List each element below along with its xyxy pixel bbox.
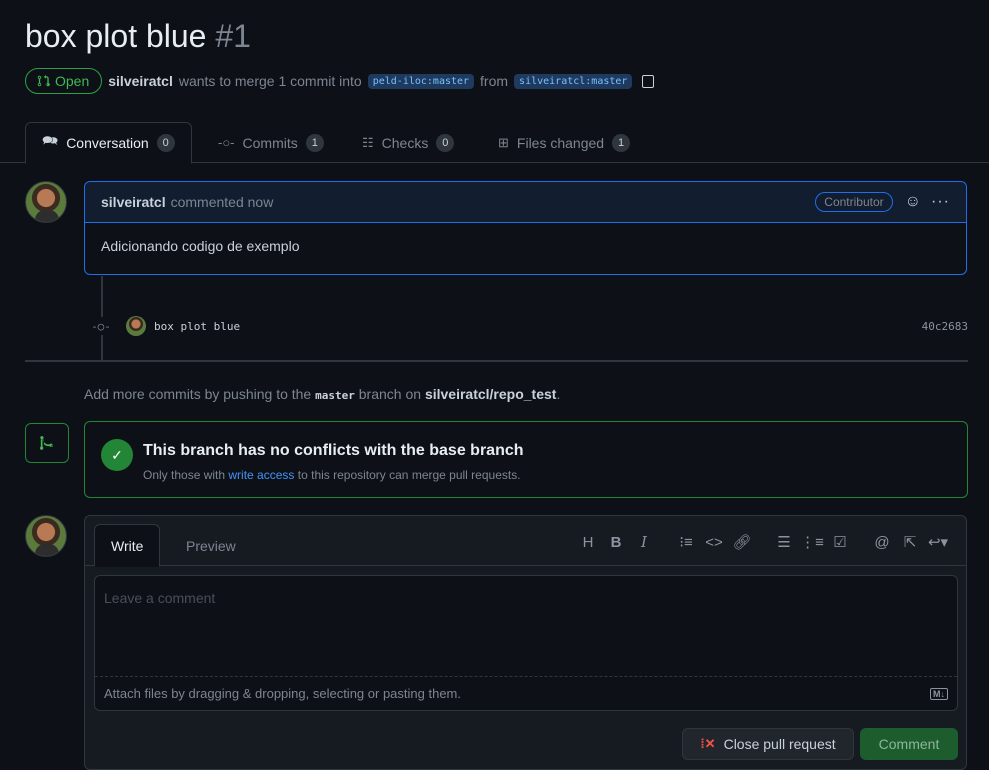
tasklist-icon[interactable]: ☑ [826,532,854,552]
check-icon: ✓ [101,439,133,471]
heading-icon[interactable]: H [574,532,602,552]
pr-tabs: 🗪 Conversation 0 -○- Commits 1 ☷ Checks … [0,122,989,164]
status-label: Open [55,73,90,89]
commit-message[interactable]: box plot blue [154,320,240,333]
tab-label: Commits [242,134,298,151]
tab-counter: 1 [305,133,324,152]
reply-icon[interactable]: ↩▾ [924,532,952,552]
tab-label: Files changed [516,134,605,151]
comment-body: Adicionando codigo de exemplo [101,238,300,254]
git-pull-request-closed-icon: ⁞✕ [700,736,716,751]
comment-textarea[interactable]: Leave a comment Attach files by dragging… [94,575,958,711]
timeline-divider [25,360,968,362]
info-middle: branch on [358,386,422,402]
mention-icon[interactable]: @ [868,532,896,552]
commit-avatar[interactable] [126,316,146,336]
code-icon[interactable]: <> [700,532,728,552]
pr-number: #1 [215,18,251,54]
info-suffix: . [556,386,561,402]
checklist-icon: ☷ [362,134,374,150]
pr-meta: Open silveiratcl wants to merge 1 commit… [25,68,655,94]
write-access-link[interactable]: write access [228,468,294,482]
pr-author[interactable]: silveiratcl [108,73,173,89]
tab-checks[interactable]: ☷ Checks 0 [362,122,455,163]
comment-editor: Write Preview H B I ⁝≡ <> 🔗︎ ☰ ⋮≡ ☑ @ ⇱ … [84,515,967,770]
comment-box: silveiratcl commented now Contributor ☺ … [84,181,967,275]
tab-counter: 0 [156,134,175,152]
contributor-badge: Contributor [815,192,893,212]
pull-request-icon [37,74,50,87]
cross-reference-icon[interactable]: ⇱ [896,532,924,552]
bold-icon[interactable]: B [602,532,630,552]
base-branch[interactable]: peld-iloc:master [367,73,475,89]
merge-subtitle: Only those with write access to this rep… [143,468,521,482]
markdown-toolbar: H B I ⁝≡ <> 🔗︎ ☰ ⋮≡ ☑ @ ⇱ ↩▾ [574,532,952,552]
tab-counter: 1 [612,133,631,152]
commit-row: -○- box plot blue 40c2683 [91,315,968,337]
markdown-icon[interactable]: M↓ [930,687,948,700]
info-branch: master [315,389,355,402]
editor-tabs: Write Preview H B I ⁝≡ <> 🔗︎ ☰ ⋮≡ ☑ @ ⇱ … [85,516,966,567]
info-prefix: Add more commits by pushing to the [84,386,312,402]
tab-label: Conversation [66,135,149,151]
quote-icon[interactable]: ⁝≡ [672,532,700,552]
status-badge: Open [25,68,103,94]
merge-sub-prefix: Only those with [143,468,226,482]
smiley-icon[interactable]: ☺ [905,193,921,211]
git-commit-icon: -○- [91,317,111,335]
attach-text: Attach files by dragging & dropping, sel… [104,686,461,701]
tab-counter: 0 [436,133,455,152]
head-branch[interactable]: silveiratcl:master [514,73,633,89]
comment-discussion-icon: 🗪 [42,133,59,148]
git-merge-icon [25,423,69,463]
tab-commits[interactable]: -○- Commits 1 [218,122,324,163]
commit-sha[interactable]: 40c2683 [922,320,968,333]
tab-write[interactable]: Write [94,524,161,567]
tab-files-changed[interactable]: ⊞ Files changed 1 [498,122,631,163]
comment-author[interactable]: silveiratcl [101,194,166,210]
file-diff-icon: ⊞ [498,134,509,150]
tab-label: Checks [381,134,429,151]
comment-button[interactable]: Comment [860,728,958,760]
tab-conversation[interactable]: 🗪 Conversation 0 [25,122,192,164]
close-button-label: Close pull request [723,736,836,752]
unordered-list-icon[interactable]: ☰ [770,532,798,552]
close-pull-request-button[interactable]: ⁞✕ Close pull request [682,728,854,760]
italic-icon[interactable]: I [630,532,658,552]
from-text: from [480,73,509,89]
attach-files-bar[interactable]: Attach files by dragging & dropping, sel… [95,676,957,710]
pr-title: box plot blue [25,18,207,54]
avatar[interactable] [25,181,67,223]
push-info: Add more commits by pushing to the maste… [84,386,560,402]
link-icon[interactable]: 🔗︎ [728,532,756,552]
tab-preview[interactable]: Preview [170,524,252,567]
merge-title: This branch has no conflicts with the ba… [143,442,524,459]
comment-header: silveiratcl commented now Contributor ☺ … [85,182,966,223]
kebab-menu-icon[interactable]: ··· [931,193,950,211]
page-title: box plot blue #1 [25,18,251,55]
ordered-list-icon[interactable]: ⋮≡ [798,532,826,552]
comment-time[interactable]: commented now [171,194,274,210]
comment-placeholder: Leave a comment [104,590,216,606]
copy-icon[interactable] [642,74,655,88]
merge-status-box: ✓ This branch has no conflicts with the … [84,421,968,498]
git-commit-icon: -○- [218,135,235,150]
merge-text: wants to merge 1 commit into [178,73,362,89]
merge-sub-suffix: to this repository can merge pull reques… [297,468,521,482]
info-repo[interactable]: silveiratcl/repo_test [425,386,557,402]
avatar[interactable] [25,515,67,557]
